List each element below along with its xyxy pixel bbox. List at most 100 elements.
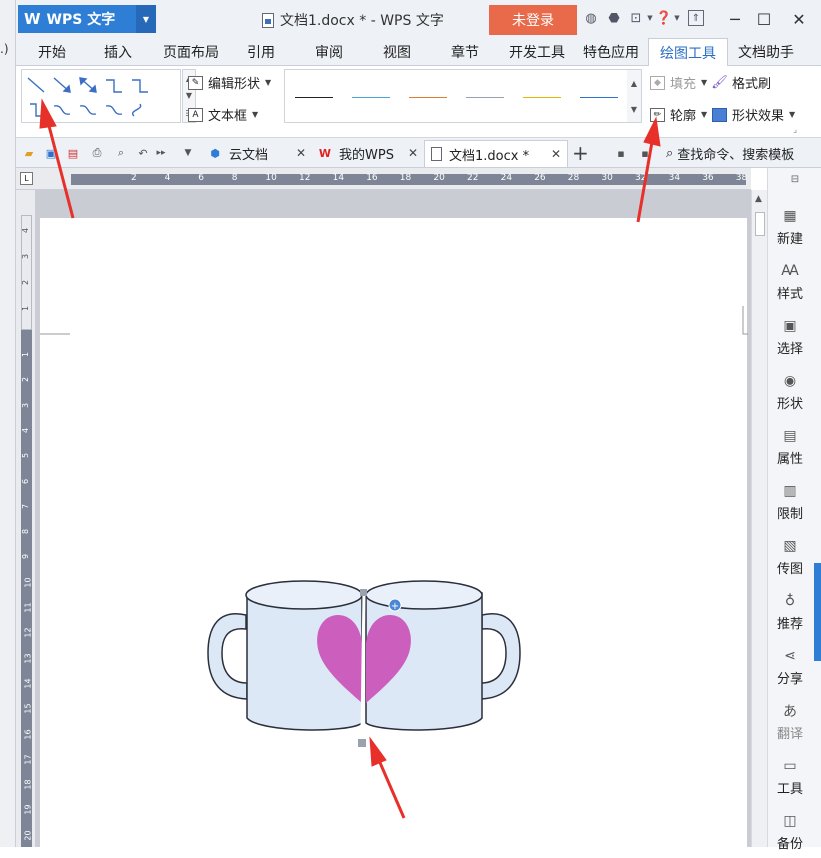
- chevron-down-icon[interactable]: ▼: [631, 105, 637, 114]
- tab-page-layout[interactable]: 页面布局: [156, 38, 226, 66]
- selected-line[interactable]: [360, 592, 366, 729]
- task-pane-item-label: 选择: [776, 342, 803, 357]
- tab-drawing-tools[interactable]: 绘图工具: [648, 38, 728, 67]
- more-quick-access-icon[interactable]: ▸▸: [154, 146, 168, 160]
- tab-options-icon[interactable]: ▪: [638, 146, 652, 160]
- task-pane-item[interactable]: ▦ 新建: [768, 208, 812, 247]
- task-pane-item-label: 备份: [776, 837, 803, 852]
- tab-review[interactable]: 审阅: [304, 38, 354, 66]
- document-canvas[interactable]: +: [36, 190, 751, 858]
- chevron-down-icon[interactable]: ▼: [186, 91, 192, 100]
- fill-button[interactable]: ◆ 填充 ▼: [650, 73, 707, 92]
- window-mode-icon[interactable]: ▪: [614, 146, 628, 160]
- minimize-icon[interactable]: ─: [724, 8, 746, 30]
- task-pane-item[interactable]: ▥ 限制: [768, 483, 812, 522]
- style-swatch-4[interactable]: [466, 97, 504, 98]
- print-icon[interactable]: ⎙: [90, 146, 104, 160]
- ruler-label: 9: [21, 554, 31, 560]
- line-shapes-icons[interactable]: [22, 70, 182, 124]
- style-swatch-3[interactable]: [409, 97, 447, 98]
- text-box-button[interactable]: A 文本框 ▼: [188, 105, 258, 124]
- task-pane-item[interactable]: ▧ 传图: [768, 538, 812, 577]
- save-icon[interactable]: ▣: [44, 146, 58, 160]
- ruler-label: 6: [198, 173, 204, 183]
- doc-tab-cloud[interactable]: ⬢ 云文档 ✕: [202, 140, 312, 167]
- vertical-ruler[interactable]: 4 3 2 1 1 2 3 4 5 6 7 8 9 10 11 12 13 14 15 16 17 18 19 20: [16, 190, 36, 847]
- command-search[interactable]: ⌕ 查找命令、搜索模板: [666, 141, 821, 166]
- app-menu-dropdown-icon[interactable]: ▼: [136, 5, 156, 33]
- task-pane-item[interactable]: ▤ 属性: [768, 428, 812, 467]
- help-dropdown-icon[interactable]: ▼: [669, 10, 685, 26]
- tab-view[interactable]: 视图: [372, 38, 422, 66]
- task-pane-expand-handle[interactable]: [814, 563, 821, 661]
- maximize-icon[interactable]: ☐: [753, 8, 775, 30]
- export-pdf-icon[interactable]: ▤: [66, 146, 80, 160]
- edit-shape-button[interactable]: ✎ 编辑形状 ▼: [188, 73, 271, 92]
- document-page[interactable]: +: [40, 218, 748, 858]
- styles-gallery-scroll[interactable]: ▲ ▼: [627, 70, 641, 122]
- task-pane-item[interactable]: ⋖ 分享: [768, 648, 812, 687]
- chevron-up-icon[interactable]: ▲: [631, 79, 637, 88]
- tab-sections[interactable]: 章节: [440, 38, 490, 66]
- close-icon[interactable]: ✕: [296, 146, 306, 160]
- style-swatch-2[interactable]: [352, 97, 390, 98]
- task-pane-item[interactable]: Ꜳ 样式: [768, 263, 812, 302]
- mugs-drawing[interactable]: +: [200, 573, 530, 773]
- close-icon[interactable]: ✕: [408, 146, 418, 160]
- wps-app-menu-button[interactable]: W WPS 文字: [18, 5, 136, 33]
- translate-icon: あ: [783, 704, 797, 720]
- tab-home[interactable]: 开始: [22, 38, 82, 66]
- curve-icon: [131, 103, 142, 117]
- tab-document-assistant[interactable]: 文档助手: [730, 38, 802, 66]
- vertical-scrollbar[interactable]: ▲: [751, 190, 767, 847]
- menu-tab-bar: 开始 插入 页面布局 引用 审阅 视图 章节 开发工具 特色应用 绘图工具 文档…: [16, 38, 821, 67]
- collapse-ribbon-icon[interactable]: ⇑: [688, 10, 704, 26]
- settings-icon[interactable]: ⬣: [606, 10, 622, 26]
- task-pane-item[interactable]: ▭ 工具: [768, 758, 812, 797]
- tab-stop-selector-icon[interactable]: L: [20, 172, 33, 185]
- drawing-tools-ribbon: ▲ ▼ ☰ ✎ 编辑形状 ▼ A 文本框 ▼ ▲ ▼ ◆ 填充 ▼ 🖌 格式刷 …: [16, 66, 821, 138]
- ruler-label: 4: [164, 173, 171, 183]
- tab-list-dropdown-icon[interactable]: ▼: [181, 146, 195, 160]
- doc-tab-document1[interactable]: 文档1.docx * ✕: [424, 140, 568, 167]
- outline-button[interactable]: ✏ 轮廓 ▼: [650, 105, 707, 124]
- task-pane-item[interactable]: ◫ 备份: [768, 813, 812, 852]
- skin-icon[interactable]: ◍: [583, 10, 599, 26]
- horizontal-ruler[interactable]: L 2 4 6 8 10 12 14 16 18 20 22 24 26 28 30 32 34 36 38: [16, 168, 751, 190]
- ruler-label: 4: [21, 227, 31, 234]
- style-swatch-5[interactable]: [523, 97, 561, 98]
- selection-handle-top[interactable]: [360, 589, 367, 596]
- open-folder-icon[interactable]: ▰: [22, 146, 36, 160]
- task-pane-item[interactable]: あ翻译: [768, 703, 812, 742]
- close-icon[interactable]: ✕: [788, 8, 810, 30]
- format-painter-button[interactable]: 🖌 格式刷: [711, 73, 771, 92]
- task-pane-item[interactable]: ♁ 推荐: [768, 593, 812, 632]
- tab-references[interactable]: 引用: [236, 38, 286, 66]
- undo-icon[interactable]: ↶: [136, 146, 150, 160]
- tab-insert[interactable]: 插入: [88, 38, 148, 66]
- scroll-thumb[interactable]: [755, 212, 765, 236]
- outline-pen-icon: ✏: [650, 107, 665, 122]
- ruler-label: 6: [21, 478, 31, 484]
- print-preview-icon[interactable]: ⌕: [114, 146, 128, 160]
- style-swatch-6[interactable]: [580, 97, 618, 98]
- scroll-up-icon[interactable]: ▲: [755, 194, 762, 204]
- tab-developer[interactable]: 开发工具: [502, 38, 572, 66]
- task-pane-item[interactable]: ◉ 形状: [768, 373, 812, 412]
- style-swatch-1[interactable]: [295, 97, 333, 98]
- upload-image-icon: ▧: [783, 538, 797, 554]
- task-pane-header[interactable]: ⊟: [768, 168, 821, 190]
- edit-shape-icon: ✎: [188, 75, 203, 90]
- tab-special-apps[interactable]: 特色应用: [576, 38, 646, 66]
- cloud-doc-icon: ⬢: [210, 147, 220, 160]
- margin-corner-mark: [40, 333, 70, 335]
- ribbon-dialog-launcher-icon[interactable]: ⌟: [793, 125, 797, 134]
- shape-effects-button[interactable]: 形状效果 ▼: [712, 105, 795, 124]
- doc-tab-my-wps[interactable]: W 我的WPS ✕: [312, 140, 424, 167]
- close-icon[interactable]: ✕: [551, 147, 561, 161]
- new-tab-icon[interactable]: +: [572, 141, 589, 165]
- selection-handle-bottom[interactable]: [358, 739, 366, 747]
- task-pane-item[interactable]: ▣ 选择: [768, 318, 812, 357]
- login-button[interactable]: 未登录: [489, 5, 577, 35]
- ruler-label: 18: [399, 173, 412, 183]
